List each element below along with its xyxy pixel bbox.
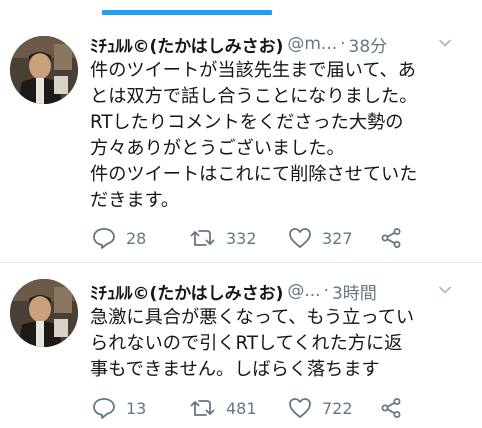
avatar[interactable] bbox=[10, 36, 78, 104]
share-icon bbox=[381, 228, 401, 248]
timestamp[interactable]: 3時間 bbox=[332, 279, 377, 304]
like-button[interactable]: 327 bbox=[288, 225, 353, 251]
retweet-icon bbox=[190, 230, 215, 246]
avatar[interactable] bbox=[10, 279, 78, 347]
handle[interactable]: @m... bbox=[287, 34, 337, 54]
tweet-text-line: 件のツイートはこれにて削除させていた bbox=[90, 164, 418, 185]
tweet[interactable]: ﾐﾁｭﾙﾙ©(たかはしみさお) @m... · 38分 件のツイートが当該先生ま… bbox=[0, 22, 482, 262]
tweet-text-line: られないので引くRTしてくれた方に返 bbox=[90, 333, 403, 354]
reply-count: 13 bbox=[126, 398, 147, 418]
tweet-text-line: だきます。 bbox=[90, 190, 180, 211]
handle[interactable]: @... bbox=[287, 281, 320, 301]
tweet-text: 急激に具合が悪くなって、もう立ってい られないので引くRTしてくれた方に返 事も… bbox=[90, 305, 470, 383]
retweet-count: 332 bbox=[226, 228, 257, 248]
tweet-text-line: 急激に具合が悪くなって、もう立ってい bbox=[90, 307, 415, 328]
share-button[interactable] bbox=[380, 395, 402, 421]
tweet[interactable]: ﾐﾁｭﾙﾙ©(たかはしみさお) @... · 3時間 急激に具合が悪くなって、も… bbox=[0, 263, 482, 428]
tweet-text-line: とは双方で話し合うことになりました。 bbox=[90, 86, 418, 107]
tweet-actions: 13 481 722 bbox=[92, 395, 452, 421]
retweet-count: 481 bbox=[226, 398, 257, 418]
tweet-actions: 28 332 327 bbox=[92, 225, 452, 251]
share-button[interactable] bbox=[380, 225, 402, 251]
tweet-text-line: 件のツイートが当該先生まで届いて、あ bbox=[90, 60, 416, 81]
tweet-text: 件のツイートが当該先生まで届いて、あ とは双方で話し合うことになりました。 RT… bbox=[90, 58, 470, 214]
retweet-button[interactable]: 332 bbox=[190, 225, 257, 251]
tweet-text-line: 方々ありがとうございました。 bbox=[90, 138, 345, 159]
like-count: 327 bbox=[322, 228, 353, 248]
chevron-down-icon[interactable] bbox=[438, 283, 452, 297]
like-button[interactable]: 722 bbox=[288, 395, 353, 421]
reply-icon bbox=[93, 398, 115, 419]
heart-icon bbox=[289, 228, 311, 248]
tweet-text-line: RTしたりコメントをくださった大勢の bbox=[90, 112, 404, 133]
retweet-icon bbox=[190, 400, 215, 416]
tweet-text-line: 事もできません。しばらく落ちます bbox=[90, 359, 380, 380]
reply-icon bbox=[93, 228, 115, 249]
share-icon bbox=[381, 398, 401, 418]
timestamp[interactable]: 38分 bbox=[349, 32, 388, 57]
display-name[interactable]: ﾐﾁｭﾙﾙ©(たかはしみさお) bbox=[90, 279, 283, 304]
like-count: 722 bbox=[322, 398, 353, 418]
heart-icon bbox=[289, 398, 311, 418]
reply-button[interactable]: 13 bbox=[92, 395, 146, 421]
reply-count: 28 bbox=[126, 228, 147, 248]
reply-button[interactable]: 28 bbox=[92, 225, 146, 251]
chevron-down-icon[interactable] bbox=[438, 36, 452, 50]
separator: · bbox=[323, 281, 329, 301]
retweet-button[interactable]: 481 bbox=[190, 395, 257, 421]
display-name[interactable]: ﾐﾁｭﾙﾙ©(たかはしみさお) bbox=[90, 32, 283, 57]
active-tab-indicator bbox=[102, 10, 272, 15]
separator: · bbox=[340, 34, 346, 54]
